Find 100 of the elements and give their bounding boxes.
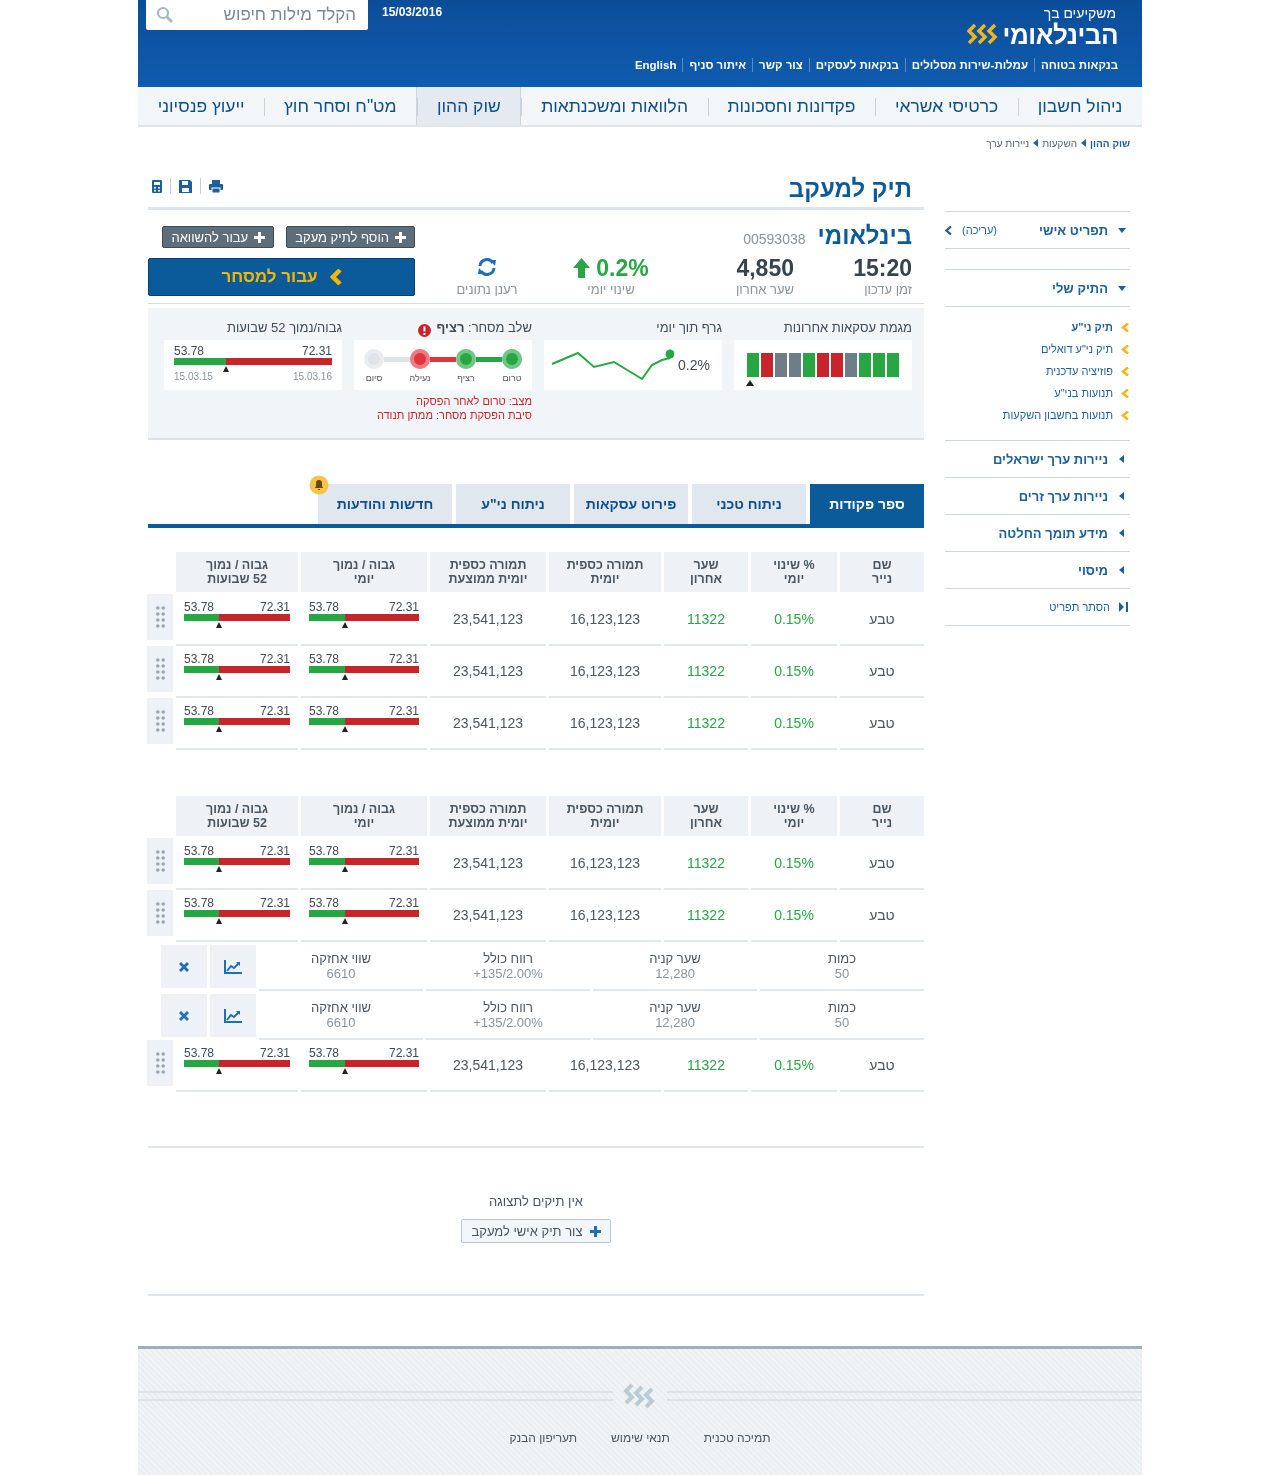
- submenu-link[interactable]: תנועות בני"ע: [1054, 387, 1113, 399]
- range-low: 53.78: [184, 844, 215, 858]
- range-high: 72.31: [259, 600, 290, 614]
- field-label: שווי אחזקה: [310, 950, 372, 966]
- column-header: % שינוי יומי: [751, 796, 837, 836]
- field-label: כמות: [827, 950, 857, 966]
- chevron-left-icon: [329, 269, 342, 285]
- field-value: 6610: [326, 965, 356, 981]
- menu-section[interactable]: ניירות ערך ישראלים: [993, 451, 1108, 467]
- field-value: 6610: [326, 1014, 356, 1030]
- range-high: 72.31: [388, 1046, 419, 1060]
- chevrons-logo-icon: [966, 23, 999, 47]
- widget-title: גרף תוך יומי: [656, 320, 722, 337]
- column-header: תמורה כספית יומית: [549, 796, 661, 836]
- stat-value: 0.2%: [596, 254, 649, 282]
- tab[interactable]: פירוט עסקאות: [574, 484, 688, 524]
- nav-tab[interactable]: ייעוץ פנסיוני: [138, 87, 265, 125]
- drag-dots-icon[interactable]: [155, 606, 165, 628]
- trade-button[interactable]: עבור למסחר: [148, 258, 415, 296]
- breadcrumb-link[interactable]: ניירות ערך: [986, 137, 1030, 149]
- action-button[interactable]: עבור להשוואה: [162, 226, 275, 248]
- header-link[interactable]: English: [628, 58, 683, 72]
- menu-section[interactable]: מידע תומך החלטה: [998, 525, 1108, 541]
- range-low: 53.78: [309, 896, 340, 910]
- submenu-link[interactable]: תנועות בחשבון השקעות: [1002, 409, 1113, 421]
- drag-handle[interactable]: [147, 698, 173, 746]
- submenu-link[interactable]: תיק ני"ע: [1071, 321, 1113, 333]
- column-header: שם נייר: [840, 552, 924, 592]
- nav-tab[interactable]: הלוואות ומשכנתאות: [521, 87, 708, 125]
- chart-button[interactable]: [210, 994, 256, 1037]
- remove-button[interactable]: [161, 994, 207, 1037]
- range-low: 53.78: [309, 1046, 340, 1060]
- marker-icon: [342, 1068, 349, 1074]
- drag-handle[interactable]: [147, 838, 173, 886]
- drag-dots-icon[interactable]: [155, 850, 165, 872]
- range-high: 72.31: [259, 704, 290, 718]
- drag-dots-icon[interactable]: [155, 902, 165, 924]
- header-link[interactable]: בנקאות בטוחה: [1034, 58, 1118, 72]
- nav-tab[interactable]: ניהול חשבון: [1017, 87, 1142, 125]
- footer-link[interactable]: תעריפון הבנק: [509, 1431, 578, 1445]
- search-icon[interactable]: [156, 6, 174, 24]
- footer-link[interactable]: תמיכה טכנית: [703, 1431, 771, 1445]
- bank-logo[interactable]: הבינלאומי: [1002, 21, 1118, 49]
- table-cell: 11322: [664, 1040, 748, 1092]
- nav-tab[interactable]: פקדונות וחסכונות: [707, 87, 876, 125]
- drag-dots-icon[interactable]: [155, 658, 165, 680]
- collapse-icon[interactable]: [1118, 602, 1128, 612]
- range-start-date: 15.03.15: [174, 371, 213, 382]
- marker-icon: [342, 726, 349, 732]
- header-link[interactable]: עמלות-שירות מסלולים: [904, 58, 1035, 72]
- alert-icon: [417, 323, 431, 337]
- table-cell: 0.15%: [751, 1040, 837, 1092]
- drag-dots-icon[interactable]: [155, 710, 165, 732]
- marker-icon: [215, 622, 222, 628]
- nav-tab[interactable]: כרטיסי אשראי: [875, 87, 1018, 125]
- save-icon[interactable]: [179, 179, 192, 193]
- drag-dots-icon[interactable]: [155, 1052, 165, 1074]
- menu-section[interactable]: תפריט אישי: [1039, 222, 1108, 238]
- table-cell: 0.15%: [751, 838, 837, 890]
- create-portfolio-button[interactable]: צור תיק אישי למעקב: [461, 1219, 611, 1243]
- column-header: % שינוי יומי: [751, 552, 837, 592]
- nav-tab[interactable]: מט"ח וסחר חוץ: [264, 87, 417, 125]
- tab[interactable]: ניתוח ני"ע: [456, 484, 570, 524]
- range-low: 53.78: [309, 652, 340, 666]
- hide-menu-link[interactable]: הסתר תפריט: [1049, 601, 1110, 613]
- menu-section[interactable]: ניירות ערך זרים: [1018, 488, 1108, 504]
- submenu-link[interactable]: תיק ני"ע דואלים: [1040, 343, 1113, 355]
- print-icon[interactable]: [209, 179, 223, 193]
- tab[interactable]: ספר פקודות: [810, 484, 924, 524]
- footer-link[interactable]: תנאי שימוש: [611, 1431, 670, 1445]
- breadcrumb-link[interactable]: שוק ההון: [1090, 137, 1130, 149]
- edit-link[interactable]: (עריכה): [962, 224, 997, 236]
- tab[interactable]: חדשות והודעות: [318, 484, 452, 524]
- calculator-icon[interactable]: [152, 179, 162, 193]
- header-link[interactable]: איתור סניף: [682, 58, 753, 72]
- header-link[interactable]: בנקאות לעסקים: [808, 58, 905, 72]
- column-header: גבוה / נמוך יומי: [301, 796, 427, 836]
- drag-handle[interactable]: [147, 646, 173, 694]
- search-field[interactable]: הקלד מילות חיפוש: [146, 0, 368, 30]
- action-button[interactable]: הוסף לתיק מעקב: [286, 226, 415, 248]
- arrow-up-icon: [573, 258, 591, 278]
- menu-section[interactable]: מיסוי: [1077, 562, 1108, 578]
- remove-button[interactable]: [161, 945, 207, 988]
- drag-handle[interactable]: [147, 1040, 173, 1088]
- stat-label: שער אחרון: [735, 282, 794, 297]
- chart-icon: [224, 1008, 242, 1023]
- chart-button[interactable]: [210, 945, 256, 988]
- refresh-icon[interactable]: [477, 258, 497, 276]
- menu-section[interactable]: התיק שלי: [1052, 280, 1108, 296]
- nav-tab[interactable]: שוק ההון: [416, 87, 522, 125]
- widget-title: שלב מסחר: רציף: [436, 320, 532, 337]
- breadcrumb-link[interactable]: השקעות: [1042, 137, 1078, 149]
- table-cell: טבע: [840, 646, 924, 698]
- drag-handle[interactable]: [147, 594, 173, 642]
- header-link[interactable]: צור קשר: [752, 58, 809, 72]
- submenu-link[interactable]: פוזיציה עדכנית: [1045, 365, 1113, 377]
- drag-handle[interactable]: [147, 890, 173, 938]
- tab[interactable]: ניתוח טכני: [692, 484, 806, 524]
- table-cell: 11322: [664, 890, 748, 942]
- widget-title: מגמת עסקאות אחרונות: [783, 320, 912, 337]
